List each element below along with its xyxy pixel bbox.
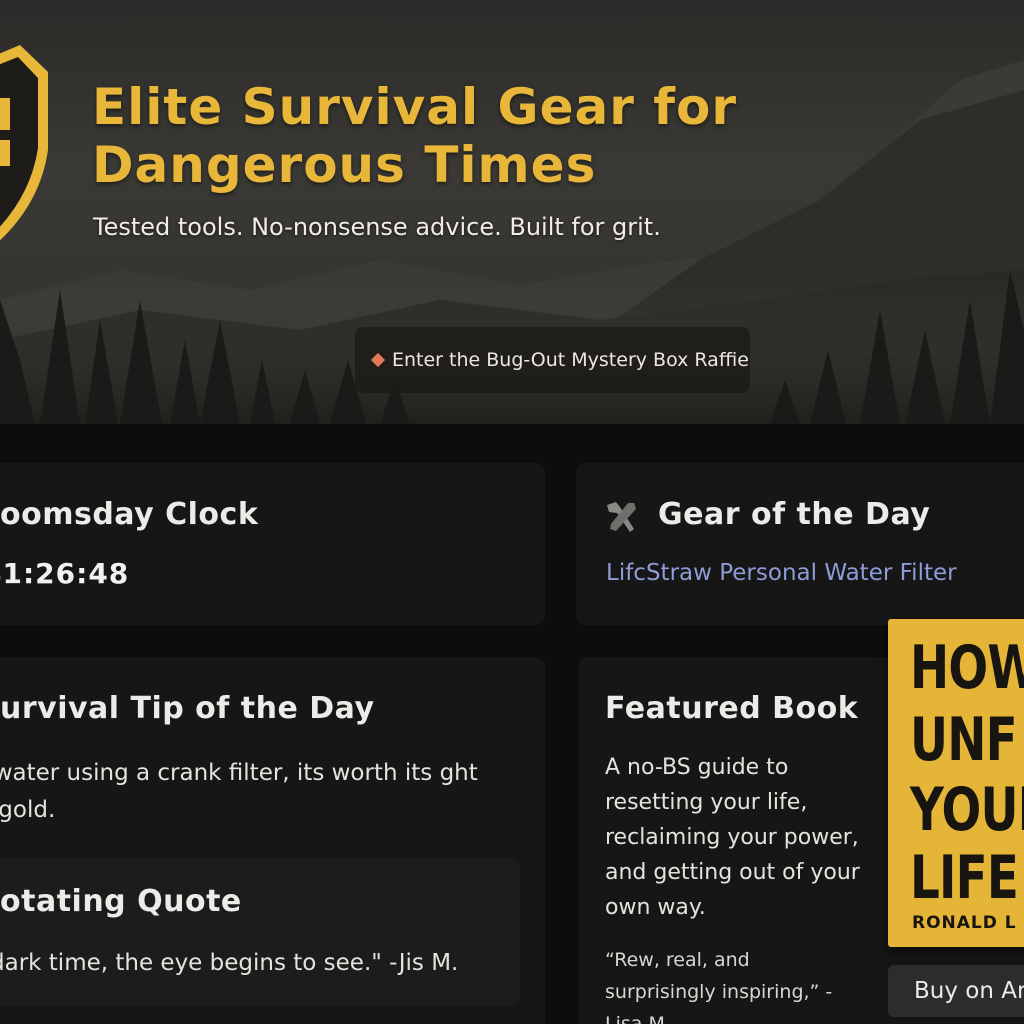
buy-on-amazon-button[interactable]: Buy on Am [888,965,1024,1017]
book-cover-line: HOW [910,633,1024,703]
doomsday-clock-timer: 41:26:48 [0,557,130,590]
featured-book-title: Featured Book [605,691,859,726]
hero-banner: Elite Survival Gear for Dangerous Times … [0,0,1024,424]
featured-book-review: “Rew, real, and surprisingly inspiring,”… [605,949,833,1024]
doomsday-clock-title: oomsday Clock [0,497,259,532]
featured-book-description: A no-BS guide to resetting your life, re… [605,755,860,920]
rotating-quote-title: otating Quote [0,884,242,919]
rotating-quote-card: otating Quote [0,858,520,1006]
raffle-entry-button[interactable]: Enter the Bug-Out Mystery Box Raffie [355,327,750,393]
gear-of-the-day-title: Gear of the Day [658,497,931,532]
survival-tip-text: ti-water using a crank filter, its worth… [0,760,478,823]
book-cover-line: LIFE [910,843,1019,913]
tools-icon [607,502,636,532]
book-cover-line: UNF [910,705,1018,775]
raffle-button-label: Enter the Bug-Out Mystery Box Raffie [392,349,749,371]
book-cover-line: YOUR [910,775,1024,845]
survival-tip-title: urvival Tip of the Day [0,691,375,726]
diamond-icon [370,352,386,368]
gear-item-link[interactable]: LifcStraw Personal Water Filter [606,560,957,586]
gear-of-the-day-card: Gear of the Day [576,463,1024,625]
book-cover-image[interactable]: HOW UNF YOUR LIFE RONALD L [888,619,1024,947]
book-cover-author: RONALD L [912,913,1017,933]
hero-subtitle: Tested tools. No-nonsense advice. Built … [93,213,661,241]
shield-logo-icon[interactable] [0,0,60,250]
hero-title: Elite Survival Gear for Dangerous Times [92,78,738,194]
rotating-quote-text: dark time, the eye begins to see." -Jis … [0,950,459,976]
doomsday-clock-card: oomsday Clock 41:26:48 [0,463,545,625]
